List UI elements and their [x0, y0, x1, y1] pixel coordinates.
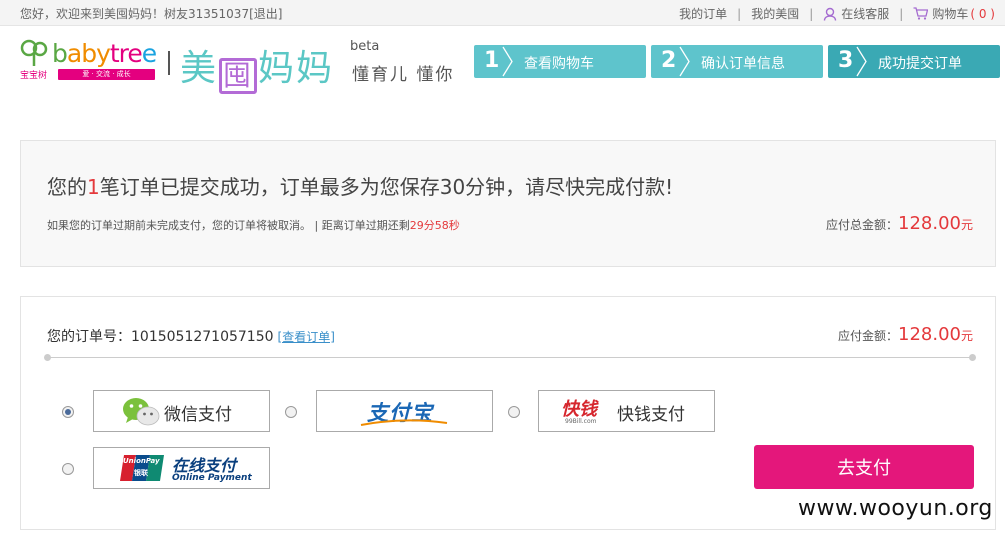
cart-count: ( 0 )	[970, 6, 995, 21]
beta-label: beta	[350, 39, 380, 54]
amount-due: 应付金额：128.00元	[837, 324, 973, 345]
unionpay-wordmark: UnionPay	[123, 457, 160, 465]
amount-due-value: 128.00	[898, 324, 961, 345]
watermark: www.wooyun.org	[798, 496, 993, 521]
kuaiqian-label: 快钱支付	[617, 405, 685, 425]
step-label: 查看购物车	[524, 56, 594, 72]
radio-wechat[interactable]	[62, 406, 74, 418]
expiry-tip: 如果您的订单过期前未完成支付，您的订单将被取消。 | 距离订单过期还剩29分58…	[47, 219, 460, 232]
my-orders-link[interactable]: 我的订单	[679, 5, 727, 22]
kuaiqian-domain: 99Bill.com	[565, 418, 597, 425]
top-bar: 您好，欢迎来到美囤妈妈！树友31351037[退出] 我的订单 | 我的美囤 |…	[0, 0, 1005, 26]
cart-icon[interactable]	[913, 7, 929, 20]
step-view-cart: 1 查看购物车	[474, 45, 646, 78]
babytree-wordmark: babytree	[52, 39, 157, 68]
alipay-swoosh-icon	[360, 419, 448, 426]
meitun-logo[interactable]: 美囤妈妈	[180, 39, 334, 94]
customer-service-icon[interactable]	[823, 7, 837, 21]
divider: |	[809, 6, 814, 21]
babytree-leaf-icon	[20, 39, 48, 66]
radio-alipay[interactable]	[285, 406, 297, 418]
view-order-link[interactable]: [查看订单]	[278, 330, 335, 344]
my-meitun-link[interactable]: 我的美囤	[751, 5, 799, 22]
logo-divider	[168, 51, 170, 75]
order-success-notice: 您的1笔订单已提交成功，订单最多为您保存30分钟，请尽快完成付款! 如果您的订单…	[20, 140, 996, 267]
step-number: 2	[661, 48, 677, 73]
step-number: 1	[484, 48, 500, 73]
pay-now-button[interactable]: 去支付	[754, 445, 974, 489]
chevron-right-icon	[856, 46, 867, 77]
unionpay-cn: 银联	[134, 469, 148, 477]
pay-option-wechat[interactable]: 微信支付	[93, 390, 270, 432]
step-number: 3	[838, 48, 854, 73]
slogan: 懂育儿 懂你	[352, 65, 455, 85]
step-label: 确认订单信息	[701, 56, 785, 72]
babytree-cn-name: 宝宝树	[20, 71, 48, 81]
wechat-icon	[123, 398, 160, 426]
babytree-logo[interactable]: babytree 宝宝树 爱 · 交流 · 成长	[20, 37, 160, 83]
order-count: 1	[87, 175, 100, 199]
step-label: 成功提交订单	[878, 56, 962, 72]
divider: |	[737, 6, 742, 21]
chevron-right-icon	[679, 46, 690, 77]
order-number: 您的订单号：1015051271057150 [查看订单]	[47, 329, 335, 345]
pay-option-unionpay[interactable]: UnionPay 银联 在线支付 Online Payment	[93, 447, 270, 489]
babytree-tagline: 爱 · 交流 · 成长	[58, 69, 155, 80]
top-nav: 我的订单 | 我的美囤 | 在线客服 | 购物车 ( 0 )	[679, 5, 995, 22]
payment-panel: 您的订单号：1015051271057150 [查看订单] 应付金额：128.00…	[20, 296, 996, 530]
customer-service-link[interactable]: 在线客服	[841, 5, 889, 22]
pay-option-alipay[interactable]: 支付宝	[316, 390, 493, 432]
wechat-label: 微信支付	[164, 405, 232, 425]
header: babytree 宝宝树 爱 · 交流 · 成长 美囤妈妈 beta 懂育儿 懂…	[0, 27, 1005, 95]
step-order-submitted: 3 成功提交订单	[828, 45, 1000, 78]
unionpay-sublabel: Online Payment	[172, 473, 252, 483]
step-confirm-order: 2 确认订单信息	[651, 45, 823, 78]
countdown-timer: 29分58秒	[409, 219, 460, 232]
divider: |	[899, 6, 904, 21]
cart-link[interactable]: 购物车	[932, 5, 968, 22]
divider-line	[44, 354, 976, 361]
radio-unionpay[interactable]	[62, 463, 74, 475]
checkout-steps: 1 查看购物车 2 确认订单信息 3 成功提交订单	[474, 45, 1000, 78]
total-amount: 应付总金额：128.00元	[825, 213, 973, 234]
success-headline: 您的1笔订单已提交成功，订单最多为您保存30分钟，请尽快完成付款!	[47, 175, 674, 199]
total-amount-value: 128.00	[898, 213, 961, 234]
chevron-right-icon	[502, 46, 513, 77]
welcome-text[interactable]: 您好，欢迎来到美囤妈妈！树友31351037[退出]	[20, 5, 282, 22]
pay-option-kuaiqian[interactable]: 快钱 99Bill.com 快钱支付	[538, 390, 715, 432]
radio-kuaiqian[interactable]	[508, 406, 520, 418]
